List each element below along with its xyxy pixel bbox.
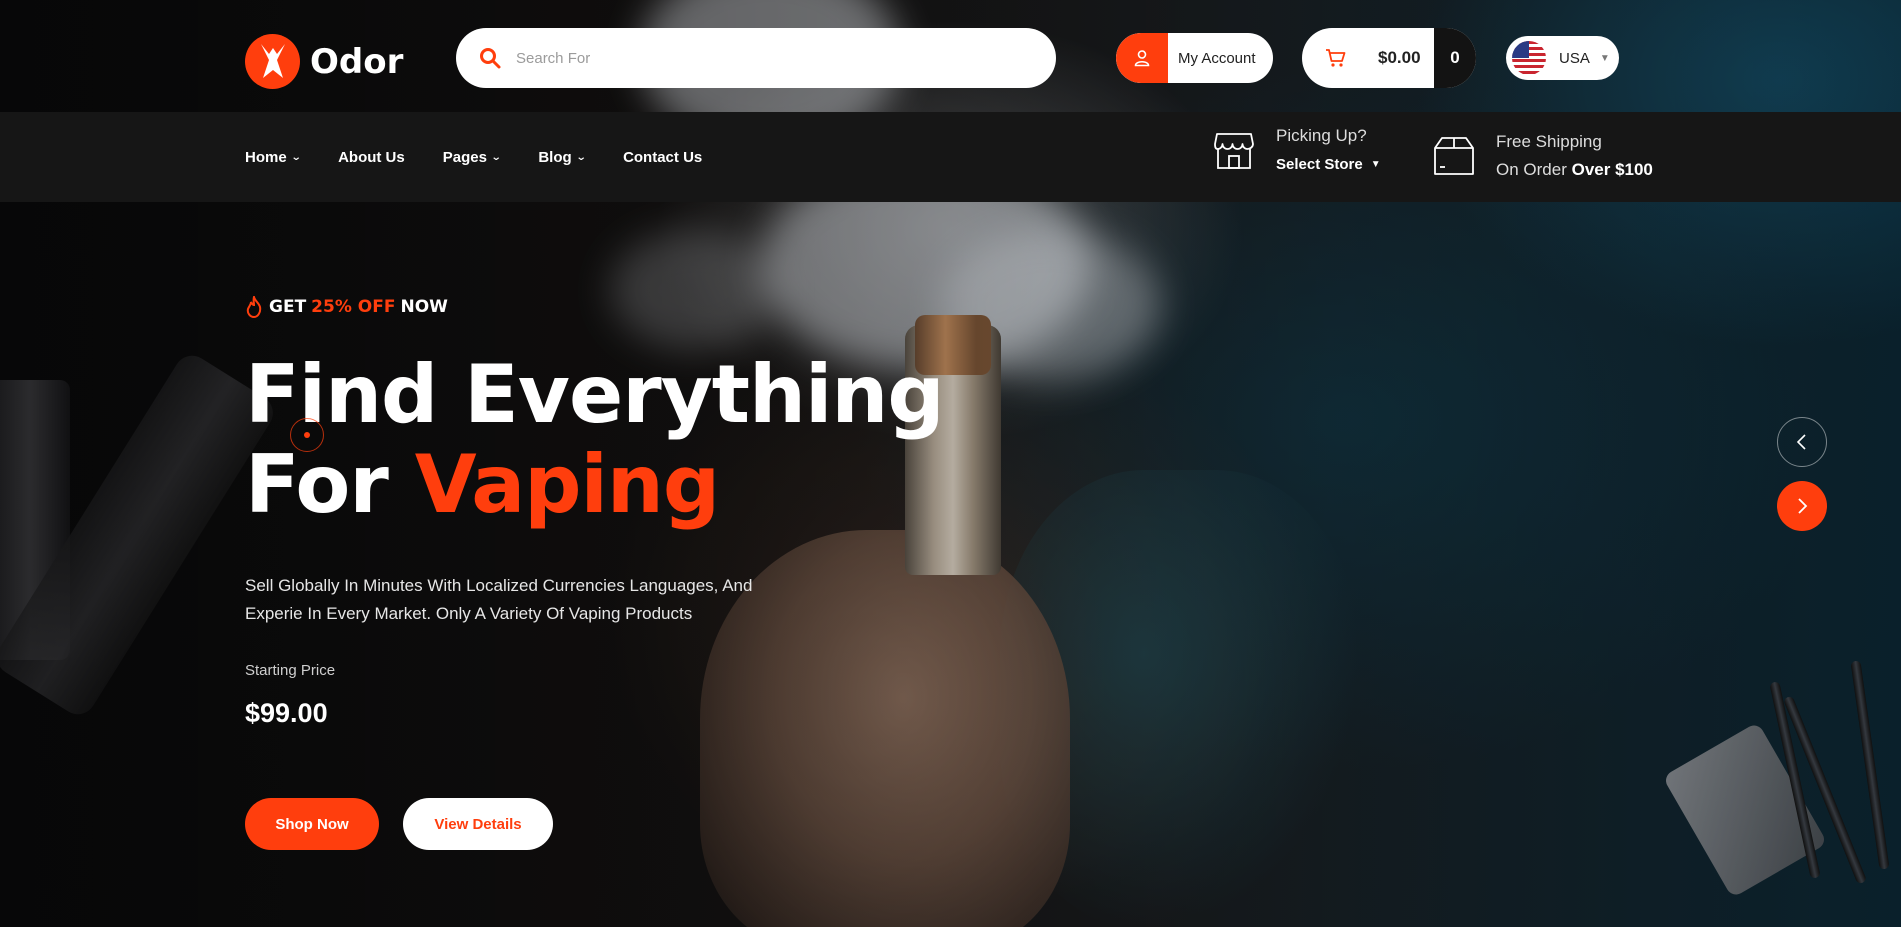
hero-title: Find Everything For Vaping xyxy=(245,348,945,531)
box-icon xyxy=(1434,137,1474,175)
search-icon[interactable] xyxy=(478,46,502,70)
nav-item-pages[interactable]: Pages ⌄ xyxy=(442,148,502,166)
hero-title-line2-pre: For xyxy=(245,438,389,531)
nav-item-contact-us[interactable]: Contact Us xyxy=(623,149,702,166)
nav-item-label: Blog xyxy=(538,148,572,166)
nav-item-label: Home xyxy=(245,148,287,166)
starting-price-value: $99.00 xyxy=(245,698,328,728)
search-input[interactable] xyxy=(516,49,1016,67)
store-icon xyxy=(1214,132,1254,169)
chevron-down-icon: ⌄ xyxy=(490,151,502,163)
promo-discount: 25% OFF xyxy=(311,297,396,317)
shop-now-button[interactable]: Shop Now xyxy=(245,798,379,850)
nav-item-label: Contact Us xyxy=(623,148,703,166)
chevron-down-icon: ⌄ xyxy=(290,151,302,163)
nav-item-about-us[interactable]: About Us xyxy=(338,149,405,166)
logo[interactable]: Odor xyxy=(245,34,403,89)
promo-text-pre: GET xyxy=(269,297,307,317)
hero-title-line1: Find Everything xyxy=(245,348,945,441)
language-selector[interactable]: USA ▼ xyxy=(1506,36,1619,80)
promo-text-post: NOW xyxy=(400,297,448,317)
my-account-button[interactable]: My Account xyxy=(1116,33,1273,83)
target-decoration-icon xyxy=(290,418,324,452)
nav-item-blog[interactable]: Blog ⌄ xyxy=(538,148,587,166)
hero-description: Sell Globally In Minutes With Localized … xyxy=(245,576,753,623)
chevron-right-icon xyxy=(1798,498,1808,514)
starting-price-label: Starting Price xyxy=(245,662,336,679)
pickup-store-widget: Picking Up? Select Store ▼ xyxy=(1212,126,1381,173)
pickup-question: Picking Up? xyxy=(1276,126,1367,145)
language-label: USA xyxy=(1559,49,1590,67)
shipping-title: Free Shipping xyxy=(1496,132,1602,151)
flame-icon xyxy=(246,296,262,318)
slider-next-button[interactable] xyxy=(1777,481,1827,531)
select-store-dropdown[interactable]: Select Store ▼ xyxy=(1276,156,1381,173)
nav-item-home[interactable]: Home ⌄ xyxy=(245,148,302,166)
chevron-down-icon: ▼ xyxy=(1599,52,1610,64)
logo-icon xyxy=(245,34,300,89)
main-nav: Home ⌄ About Us Pages ⌄ Blog ⌄ Contact U… xyxy=(245,112,740,202)
promo-tag: GET 25% OFF NOW xyxy=(245,296,448,318)
chevron-down-icon: ⌄ xyxy=(575,151,587,163)
nav-item-label: Pages xyxy=(442,148,487,166)
search-bar xyxy=(456,28,1056,88)
shipping-condition: On Order Over $100 xyxy=(1496,160,1653,179)
nav-item-label: About Us xyxy=(338,148,405,166)
select-store-label: Select Store xyxy=(1276,156,1363,173)
my-account-label: My Account xyxy=(1178,49,1256,67)
cart-icon xyxy=(1326,49,1346,67)
free-shipping-info: Free Shipping On Order Over $100 xyxy=(1432,132,1653,180)
chevron-down-icon: ▼ xyxy=(1370,159,1381,170)
brand-name: Odor xyxy=(310,41,404,82)
top-header: Odor My Account $0.00 0 USA ▼ xyxy=(0,0,1901,112)
us-flag-icon xyxy=(1512,41,1546,75)
hero-title-accent: Vaping xyxy=(414,438,720,531)
view-details-button[interactable]: View Details xyxy=(403,798,553,850)
main-navbar: Home ⌄ About Us Pages ⌄ Blog ⌄ Contact U… xyxy=(0,112,1901,202)
user-icon xyxy=(1116,33,1168,83)
cart-button[interactable]: $0.00 0 xyxy=(1302,28,1476,88)
cart-count-badge: 0 xyxy=(1434,28,1476,88)
chevron-left-icon xyxy=(1796,434,1806,450)
slider-prev-button[interactable] xyxy=(1777,417,1827,467)
